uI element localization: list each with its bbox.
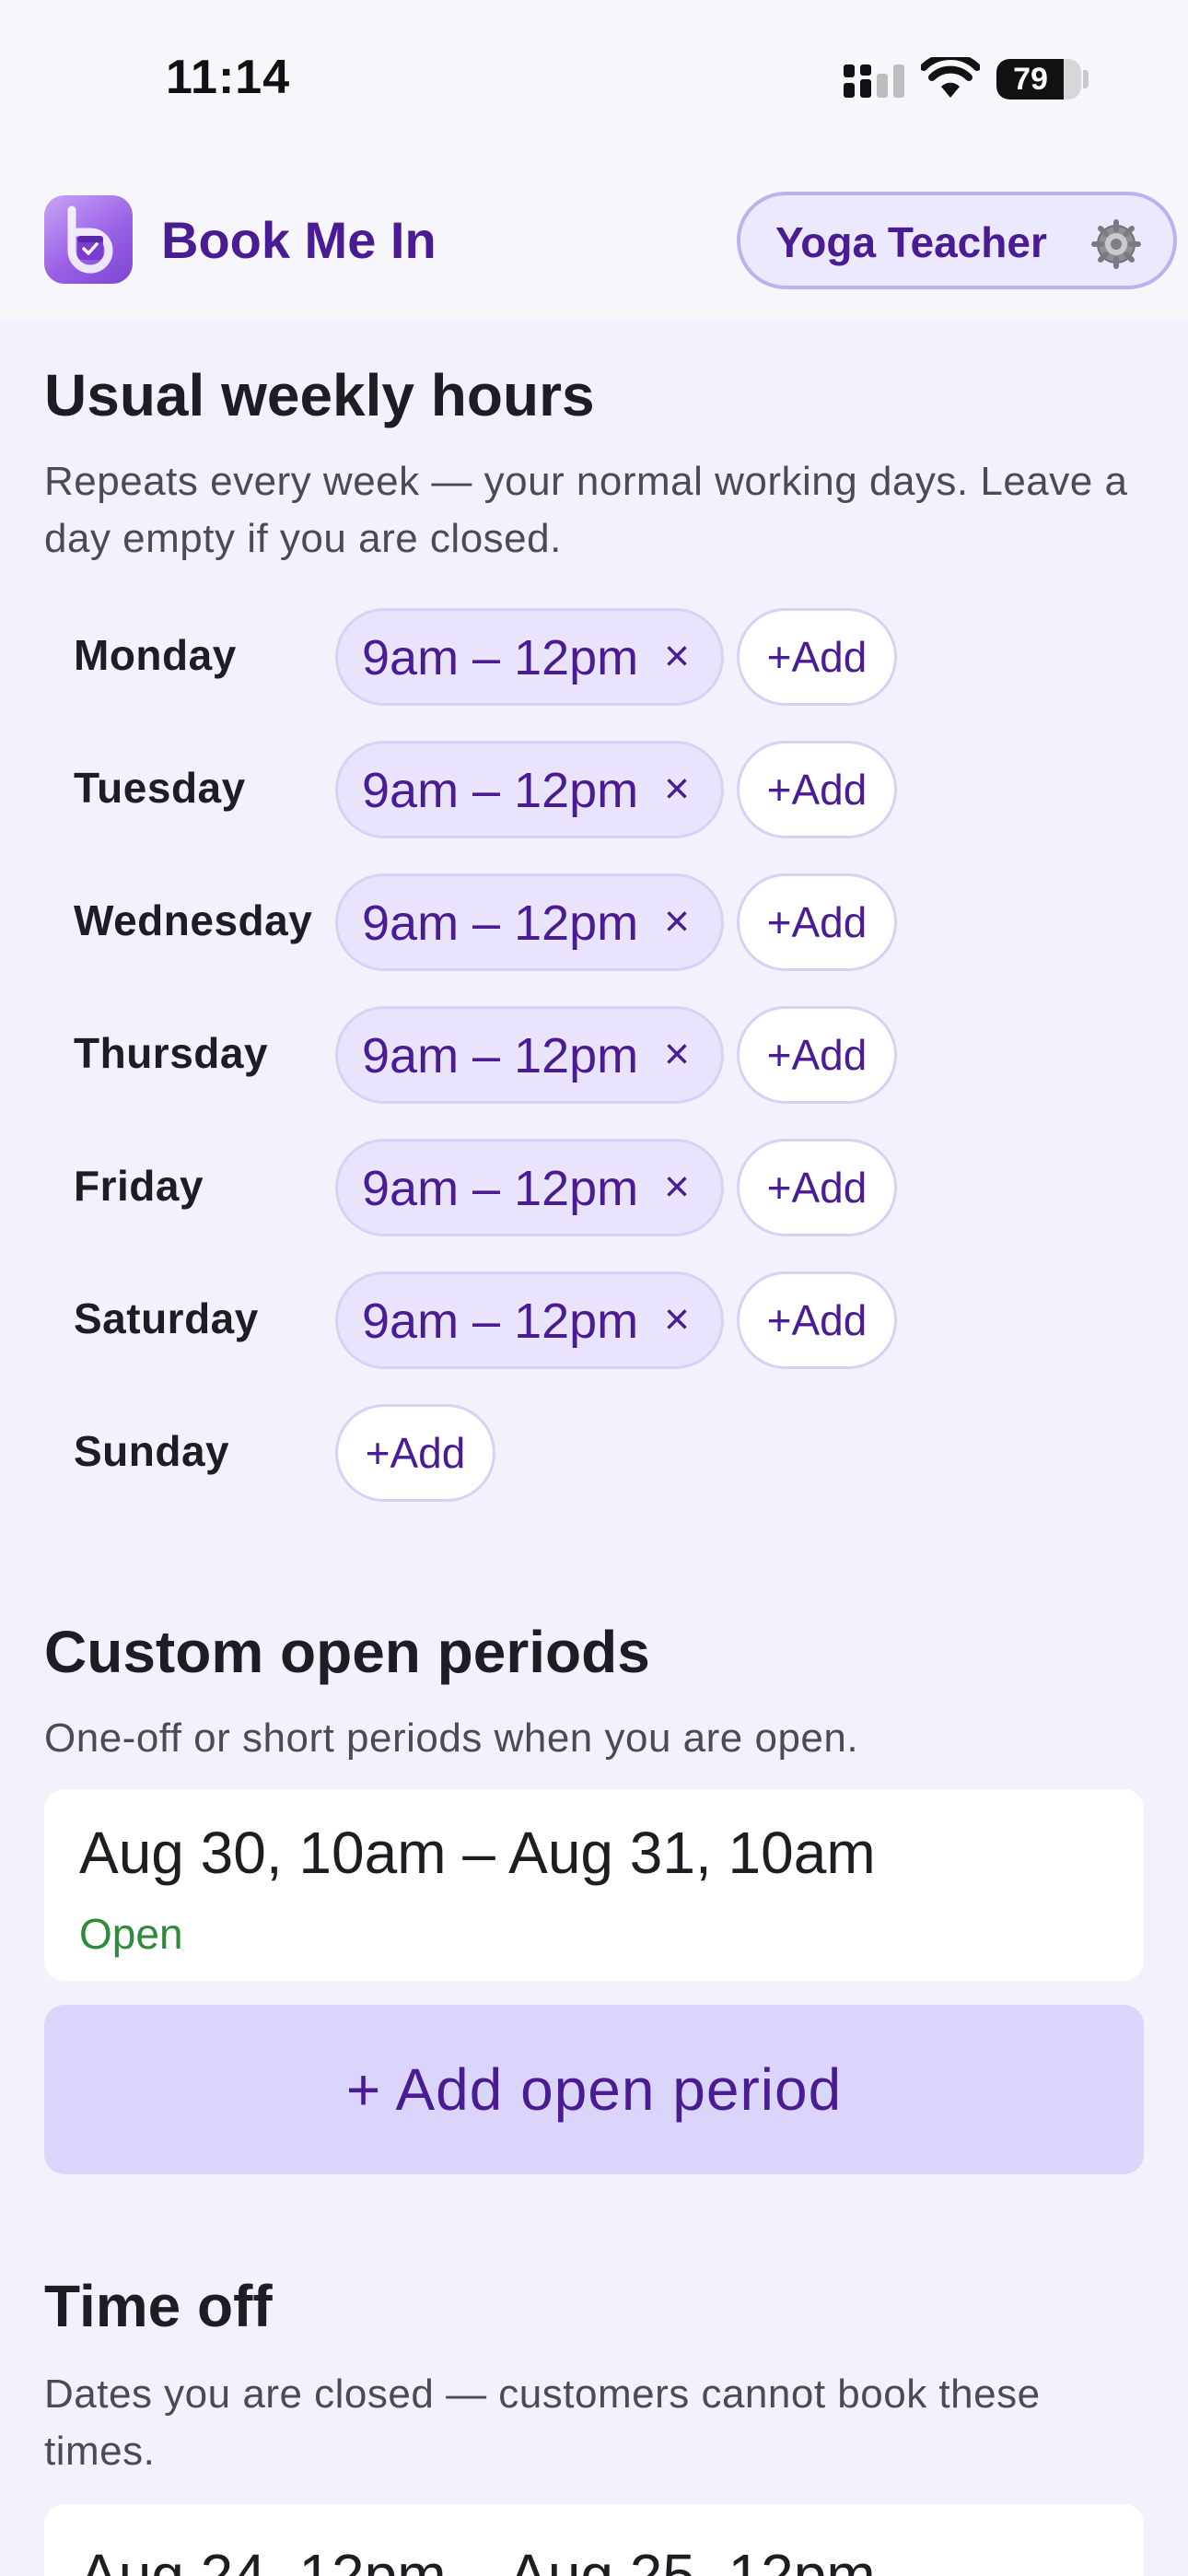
app-title: Book Me In: [161, 211, 437, 269]
day-row-wednesday: Wednesday 9am – 12pm × +Add: [0, 873, 1188, 975]
time-off-subtitle: Dates you are closed — customers cannot …: [44, 2371, 1041, 2474]
time-slot-label: 9am – 12pm: [362, 896, 639, 951]
add-slot-button[interactable]: +Add: [737, 1139, 897, 1236]
add-slot-button[interactable]: +Add: [335, 1404, 495, 1502]
day-label: Saturday: [74, 1294, 259, 1342]
period-status: Open: [79, 1910, 183, 1958]
add-slot-button[interactable]: +Add: [737, 741, 897, 838]
gear-icon: [1091, 219, 1141, 269]
time-slot-chip[interactable]: 9am – 12pm ×: [335, 1271, 724, 1369]
weekly-hours-title: Usual weekly hours: [44, 362, 595, 428]
add-slot-button[interactable]: +Add: [737, 1271, 897, 1369]
time-slot-chip[interactable]: 9am – 12pm ×: [335, 1006, 724, 1104]
time-slot-label: 9am – 12pm: [362, 1294, 639, 1349]
app-logo[interactable]: [44, 195, 133, 284]
day-row-monday: Monday 9am – 12pm × +Add: [0, 608, 1188, 709]
battery-icon: 79: [996, 59, 1081, 100]
day-row-sunday: Sunday +Add: [0, 1404, 1188, 1505]
battery-cap: [1083, 70, 1089, 88]
day-label: Sunday: [74, 1427, 230, 1475]
remove-slot-icon[interactable]: ×: [664, 1029, 690, 1080]
role-selector-button[interactable]: Yoga Teacher: [737, 192, 1177, 289]
weekly-hours-subtitle: Repeats every week — your normal working…: [44, 459, 1128, 561]
role-label: Yoga Teacher: [775, 218, 1047, 266]
remove-slot-icon[interactable]: ×: [664, 631, 690, 682]
remove-slot-icon[interactable]: ×: [664, 764, 690, 814]
status-time: 11:14: [166, 51, 291, 104]
remove-slot-icon[interactable]: ×: [664, 1294, 690, 1345]
day-label: Wednesday: [74, 896, 313, 944]
open-period-card[interactable]: Aug 30, 10am – Aug 31, 10am Open: [44, 1789, 1144, 1981]
time-slot-label: 9am – 12pm: [362, 630, 639, 685]
day-row-thursday: Thursday 9am – 12pm × +Add: [0, 1006, 1188, 1107]
day-label: Monday: [74, 631, 237, 679]
custom-periods-title: Custom open periods: [44, 1619, 650, 1685]
remove-slot-icon[interactable]: ×: [664, 896, 690, 947]
day-label: Friday: [74, 1162, 204, 1210]
add-slot-button[interactable]: +Add: [737, 873, 897, 971]
day-row-tuesday: Tuesday 9am – 12pm × +Add: [0, 741, 1188, 842]
remove-slot-icon[interactable]: ×: [664, 1162, 690, 1212]
add-slot-button[interactable]: +Add: [737, 1006, 897, 1104]
day-label: Thursday: [74, 1029, 269, 1077]
cellular-signal-icon: [844, 64, 904, 98]
time-slot-label: 9am – 12pm: [362, 1028, 639, 1083]
time-off-title: Time off: [44, 2273, 273, 2339]
time-slot-chip[interactable]: 9am – 12pm ×: [335, 1139, 724, 1236]
time-off-card[interactable]: Aug 24, 12pm – Aug 25, 12pm: [44, 2504, 1144, 2576]
add-slot-button[interactable]: +Add: [737, 608, 897, 706]
time-slot-label: 9am – 12pm: [362, 1161, 639, 1216]
status-bar: 11:14 79: [0, 0, 1188, 166]
time-off-range: Aug 24, 12pm – Aug 25, 12pm: [79, 2542, 876, 2576]
day-row-saturday: Saturday 9am – 12pm × +Add: [0, 1271, 1188, 1373]
period-range: Aug 30, 10am – Aug 31, 10am: [79, 1820, 876, 1886]
custom-periods-subtitle: One-off or short periods when you are op…: [44, 1715, 859, 1761]
time-slot-chip[interactable]: 9am – 12pm ×: [335, 608, 724, 706]
calendar-icon: [67, 205, 113, 274]
app-header: Book Me In Yoga Teacher: [0, 166, 1188, 319]
add-open-period-button[interactable]: + Add open period: [44, 2005, 1144, 2174]
time-slot-chip[interactable]: 9am – 12pm ×: [335, 873, 724, 971]
battery-percentage: 79: [1013, 62, 1048, 97]
wifi-icon: [921, 57, 980, 98]
time-slot-label: 9am – 12pm: [362, 763, 639, 818]
time-slot-chip[interactable]: 9am – 12pm ×: [335, 741, 724, 838]
day-label: Tuesday: [74, 764, 246, 812]
day-row-friday: Friday 9am – 12pm × +Add: [0, 1139, 1188, 1240]
